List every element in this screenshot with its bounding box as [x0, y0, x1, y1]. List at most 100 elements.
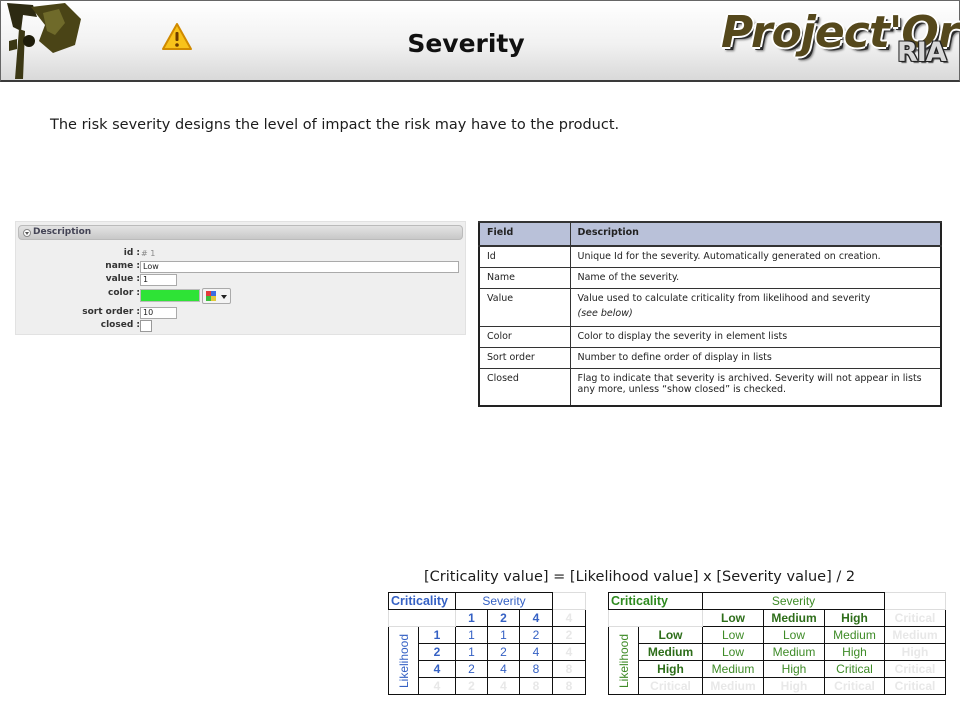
field-description-cell: Number to define order of display in lis…: [569, 346, 942, 369]
section-header-description[interactable]: Description: [18, 225, 463, 240]
matrix-cell-empty: [388, 609, 456, 627]
value-input[interactable]: 1: [140, 274, 177, 286]
matrix-cell: 1: [455, 626, 488, 644]
matrix-cell-faded: 2: [552, 626, 587, 644]
color-picker-button[interactable]: [202, 288, 231, 304]
likelihood-axis-text: Likelihood: [616, 633, 631, 688]
field-description-cell: Flag to indicate that severity is archiv…: [569, 367, 942, 407]
closed-label: closed :: [100, 320, 140, 330]
severity-axis-label: Severity: [701, 592, 886, 610]
table-row: Color Color to display the severity in e…: [478, 325, 942, 348]
criticality-formula: [Criticality value] = [Likelihood value]…: [424, 569, 856, 585]
field-description-table: Field Description Id Unique Id for the s…: [478, 221, 942, 407]
matrix-cell-faded: Medium: [702, 677, 764, 695]
slide-header: Severity Project'Or RIA: [0, 0, 960, 82]
form-row-closed: closed :: [16, 320, 467, 333]
severity-column-header: 2: [487, 609, 520, 627]
matrix-row: Criticality Severity: [388, 592, 587, 610]
matrix-corner-label: Criticality: [388, 592, 456, 610]
matrix-row: High Medium High Critical Critical: [609, 660, 947, 678]
matrix-cell: 2: [455, 660, 488, 678]
table-row: Sort order Number to define order of dis…: [478, 346, 942, 369]
form-row-id: id : # 1: [16, 248, 467, 261]
color-label: color :: [108, 288, 140, 298]
value-label: value :: [105, 274, 140, 284]
closed-checkbox[interactable]: [140, 320, 152, 332]
severity-column-header: High: [823, 609, 886, 627]
field-description-cell: Value used to calculate criticality from…: [569, 287, 942, 327]
table-row: Name Name of the severity.: [478, 266, 942, 289]
matrix-cell: 4: [487, 660, 520, 678]
table-row: Closed Flag to indicate that severity is…: [478, 367, 942, 407]
matrix-row: Low Medium High Critical: [608, 609, 947, 627]
color-palette-icon: [206, 291, 216, 301]
color-swatch[interactable]: [140, 289, 200, 302]
severity-column-header: 4: [518, 609, 554, 627]
severity-axis-label: Severity: [454, 592, 554, 610]
brand-logo: Project'Or RIA: [721, 7, 959, 71]
column-header-field: Field: [478, 221, 571, 247]
id-label: id :: [123, 248, 140, 258]
field-description-cell: Color to display the severity in element…: [569, 325, 942, 348]
matrix-cell-faded: 2: [455, 677, 488, 695]
matrix-cell-empty: [884, 592, 947, 610]
matrix-corner-label: Criticality: [608, 592, 703, 610]
matrix-cell: Low: [702, 643, 764, 661]
sort-order-label: sort order :: [82, 307, 140, 317]
likelihood-axis-label: Likelihood: [388, 626, 419, 695]
form-row-value: value : 1: [16, 274, 467, 287]
matrix-row: Critical Medium High Critical Critical: [609, 677, 947, 695]
name-label: name :: [105, 261, 140, 271]
matrix-cell-faded: 4: [487, 677, 520, 695]
matrix-cell: 1: [487, 626, 520, 644]
matrix-row: Likelihood Low Low Low Medium Medium: [608, 626, 947, 695]
sort-order-input[interactable]: 10: [140, 307, 177, 319]
likelihood-axis-label: Likelihood: [608, 626, 639, 695]
table-header-row: Field Description: [478, 221, 942, 247]
matrix-cell-faded: 8: [552, 660, 587, 678]
likelihood-row-header-faded: 4: [418, 677, 456, 695]
matrix-cell: High: [823, 643, 886, 661]
likelihood-row-header: High: [638, 660, 703, 678]
field-description-text: Value used to calculate criticality from…: [577, 292, 871, 304]
likelihood-axis-text: Likelihood: [396, 633, 411, 688]
likelihood-row-header-faded: Critical: [638, 677, 703, 695]
likelihood-row-header: Medium: [638, 643, 703, 661]
field-name-cell: Id: [478, 245, 571, 268]
field-name-cell: Value: [478, 287, 571, 327]
field-description-cell: Name of the severity.: [569, 266, 942, 289]
section-collapse-icon[interactable]: [23, 229, 31, 237]
matrix-cell: Low: [763, 626, 825, 644]
matrix-cell: Medium: [763, 643, 825, 661]
id-value: # 1: [141, 249, 156, 258]
brand-logo-suffix: RIA: [897, 37, 947, 68]
matrix-cell: 4: [518, 643, 554, 661]
name-input[interactable]: Low: [140, 261, 459, 273]
likelihood-row-header: 4: [418, 660, 456, 678]
severity-column-header: Low: [702, 609, 764, 627]
severity-column-header-faded: Critical: [884, 609, 947, 627]
matrix-cell: 2: [487, 643, 520, 661]
likelihood-row-header: Low: [638, 626, 703, 644]
matrix-cell: Low: [702, 626, 764, 644]
severity-column-header-faded: 4: [552, 609, 587, 627]
field-name-cell: Closed: [478, 367, 571, 407]
field-description-note: (see below): [577, 307, 633, 319]
matrix-cell: 8: [518, 660, 554, 678]
field-description-cell: Unique Id for the severity. Automaticall…: [569, 245, 942, 268]
matrix-cell: Critical: [823, 660, 886, 678]
matrix-cell: Medium: [823, 626, 886, 644]
criticality-name-matrix: Criticality Severity Low Medium High Cri…: [608, 592, 947, 695]
matrix-cell-faded: Medium: [884, 626, 947, 644]
matrix-cell: 1: [455, 643, 488, 661]
form-row-color: color :: [16, 288, 467, 306]
severity-form-panel: Description id : # 1 name : Low value : …: [15, 221, 466, 335]
field-name-cell: Sort order: [478, 346, 571, 369]
severity-column-header: Medium: [763, 609, 825, 627]
form-row-sort-order: sort order : 10: [16, 307, 467, 320]
matrix-cell: Medium: [702, 660, 764, 678]
matrix-cell-faded: Critical: [884, 677, 947, 695]
matrix-cell-faded: Critical: [823, 677, 886, 695]
matrix-cell: High: [763, 660, 825, 678]
likelihood-row-header: 2: [418, 643, 456, 661]
